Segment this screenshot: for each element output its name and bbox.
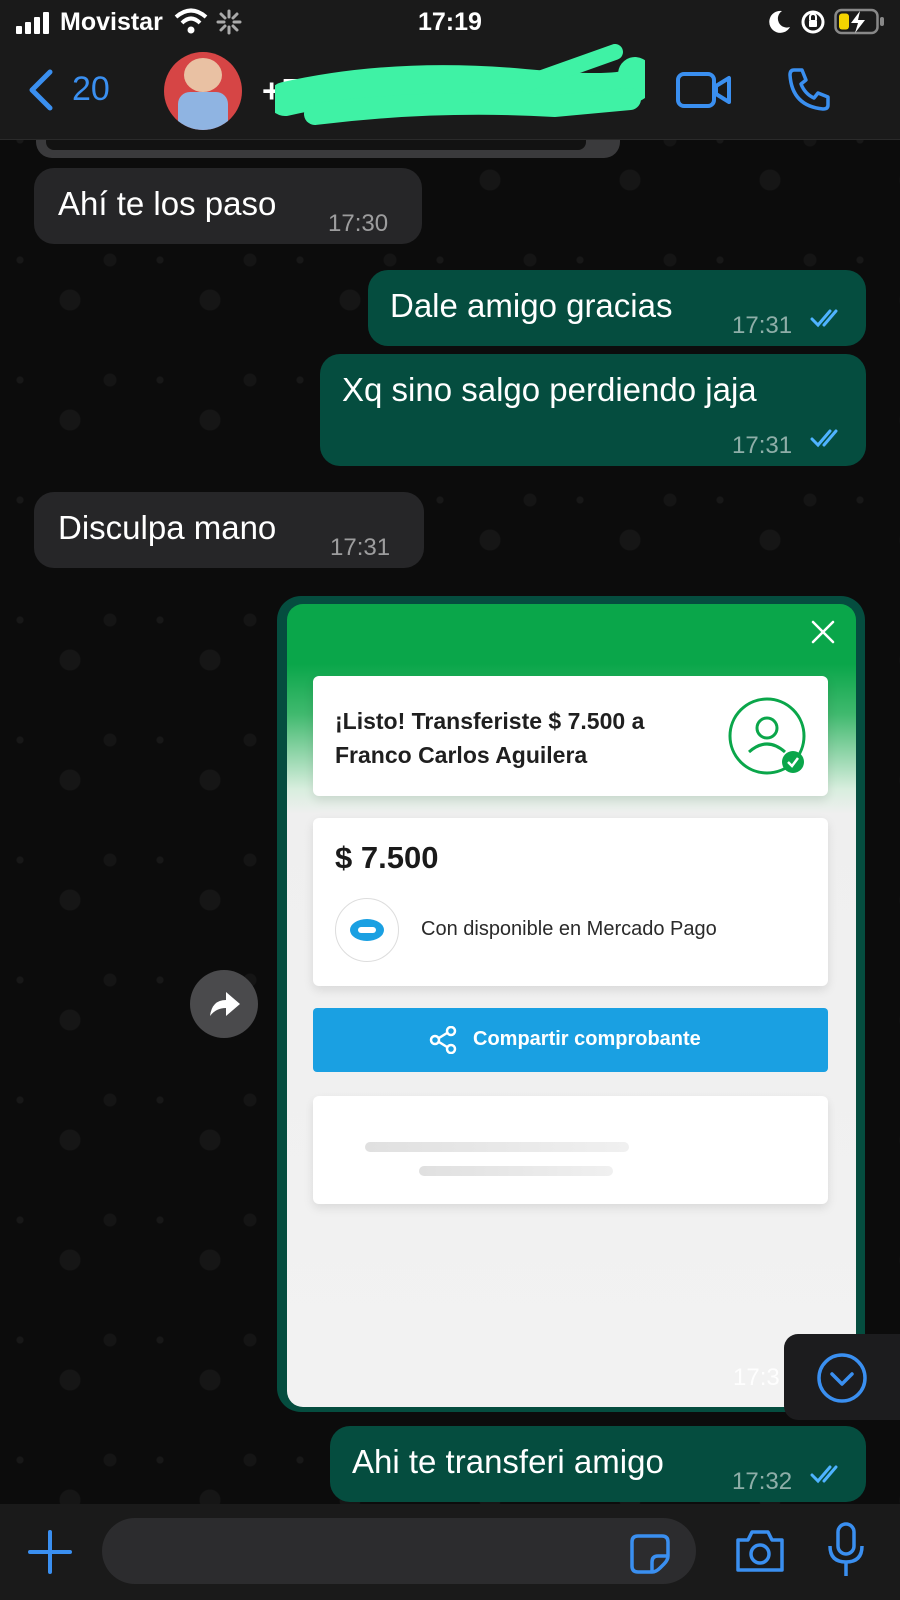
image-message-time: 17:3 [733,1364,780,1391]
receipt-title: ¡Listo! Transferiste $ 7.500 a Franco Ca… [335,708,645,768]
receipt-source: Con disponible en Mercado Pago [421,918,717,940]
skeleton-line [365,1142,629,1152]
receipt-screenshot[interactable]: ¡Listo! Transferiste $ 7.500 a Franco Ca… [287,604,856,1407]
microphone-icon[interactable] [826,1522,866,1578]
chat-header: 20 +5 [0,44,900,140]
receipt-loading-card [313,1096,828,1204]
share-receipt-button: Compartir comprobante [313,1008,828,1072]
message-text: Ahi te transferi amigo [352,1443,664,1480]
phone-icon[interactable] [786,66,832,112]
message-time: 17:31 [330,534,391,561]
skeleton-line [419,1166,613,1176]
camera-icon[interactable] [734,1528,786,1574]
read-receipt-icon [810,1465,838,1484]
message-bubble-incoming[interactable]: Ahí te los paso 17:30 [34,168,422,244]
loading-spinner-icon [216,9,242,35]
read-receipt-icon [810,309,838,328]
share-icon [429,1026,457,1054]
wifi-icon [174,8,208,34]
sticker-icon[interactable] [630,1534,670,1574]
mercado-pago-logo [335,898,399,962]
rotation-lock-icon [801,10,825,34]
message-text: Dale amigo gracias [390,287,673,324]
user-check-icon [728,697,806,775]
message-time: 17:32 [732,1468,793,1495]
receipt-amount: $ 7.500 [335,840,439,875]
video-camera-icon[interactable] [676,70,732,110]
message-bubble-incoming[interactable]: Disculpa mano 17:31 [34,492,424,568]
message-bubble-outgoing[interactable]: Xq sino salgo perdiendo jaja 17:31 [320,354,866,466]
chevron-down-circle-icon [817,1353,867,1403]
forward-button[interactable] [190,970,258,1038]
message-time: 17:30 [328,210,389,237]
carrier-name: Movistar [60,8,163,36]
redaction-scribble [275,44,645,125]
message-input[interactable] [102,1518,696,1584]
signal-bars-icon [16,12,49,34]
message-text: Disculpa mano [58,509,277,546]
contact-avatar[interactable] [164,52,242,130]
message-text: Xq sino salgo perdiendo jaja [342,371,757,408]
message-bubble-outgoing[interactable]: Ahi te transferi amigo 17:32 [330,1426,866,1502]
battery-charging-icon [834,8,884,35]
moon-icon [769,10,790,33]
message-composer [0,1504,900,1600]
status-bar: Movistar 17:19 [0,0,900,44]
scroll-to-bottom-button[interactable] [784,1334,900,1420]
receipt-title-card: ¡Listo! Transferiste $ 7.500 a Franco Ca… [313,676,828,796]
message-text: Ahí te los paso [58,185,277,222]
receipt-amount-card: $ 7.500 Con disponible en Mercado Pago [313,818,828,986]
chevron-left-icon[interactable] [26,68,54,112]
share-receipt-label: Compartir comprobante [473,1028,701,1050]
forward-arrow-icon [210,992,240,1016]
read-receipt-icon [810,429,838,448]
plus-icon[interactable] [28,1530,72,1574]
message-bubble-outgoing[interactable]: Dale amigo gracias 17:31 [368,270,866,346]
status-time: 17:19 [418,8,482,36]
back-unread-count[interactable]: 20 [72,70,110,109]
message-time: 17:31 [732,312,793,339]
close-icon [811,620,835,644]
message-time: 17:31 [732,432,793,459]
